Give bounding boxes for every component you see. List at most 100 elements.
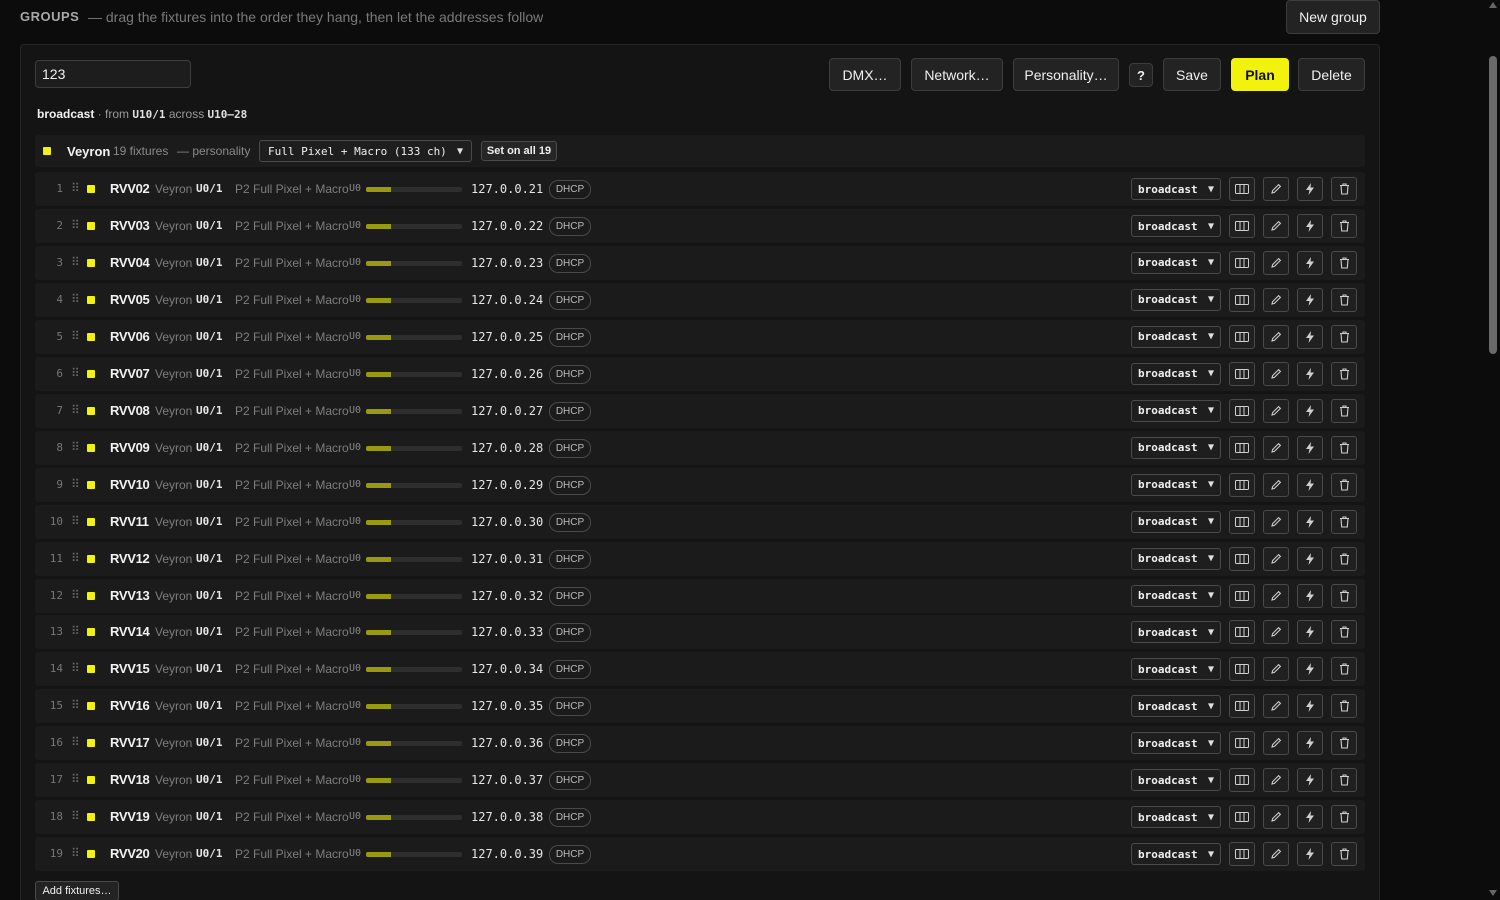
columns-button[interactable] — [1229, 657, 1255, 682]
group-name-input[interactable] — [35, 60, 191, 88]
output-mode-select[interactable]: broadcast ▼ — [1131, 251, 1221, 274]
columns-button[interactable] — [1229, 214, 1255, 238]
edit-button[interactable] — [1263, 583, 1289, 608]
output-mode-select[interactable]: broadcast ▼ — [1131, 732, 1221, 755]
remove-button[interactable] — [1331, 324, 1357, 349]
fixture-row[interactable]: 3 ⠿ RVV04 Veyron U0/1 P2 Full Pixel + Ma… — [35, 245, 1365, 280]
columns-button[interactable] — [1229, 324, 1255, 349]
columns-button[interactable] — [1229, 620, 1255, 645]
add-fixtures-button[interactable]: Add fixtures… — [35, 881, 119, 900]
columns-button[interactable] — [1229, 768, 1255, 793]
remove-button[interactable] — [1331, 620, 1357, 645]
columns-button[interactable] — [1229, 583, 1255, 608]
page-scrollbar[interactable] — [1486, 0, 1500, 900]
identify-button[interactable] — [1297, 842, 1323, 867]
remove-button[interactable] — [1331, 361, 1357, 386]
output-mode-select[interactable]: broadcast ▼ — [1131, 843, 1221, 866]
edit-button[interactable] — [1263, 287, 1289, 312]
fixture-row[interactable]: 12 ⠿ RVV13 Veyron U0/1 P2 Full Pixel + M… — [35, 578, 1365, 613]
fixture-row[interactable]: 15 ⠿ RVV16 Veyron U0/1 P2 Full Pixel + M… — [35, 689, 1365, 724]
output-mode-select[interactable]: broadcast ▼ — [1131, 695, 1221, 718]
drag-handle-icon[interactable]: ⠿ — [71, 403, 80, 417]
fixture-row[interactable]: 10 ⠿ RVV11 Veyron U0/1 P2 Full Pixel + M… — [35, 504, 1365, 539]
identify-button[interactable] — [1297, 214, 1323, 238]
drag-handle-icon[interactable]: ⠿ — [71, 181, 80, 195]
remove-button[interactable] — [1331, 509, 1357, 534]
edit-button[interactable] — [1263, 842, 1289, 867]
drag-handle-icon[interactable]: ⠿ — [71, 514, 80, 528]
fixture-row[interactable]: 1 ⠿ RVV02 Veyron U0/1 P2 Full Pixel + Ma… — [35, 172, 1365, 206]
columns-button[interactable] — [1229, 177, 1255, 201]
identify-button[interactable] — [1297, 768, 1323, 793]
output-mode-select[interactable]: broadcast ▼ — [1131, 436, 1221, 459]
output-mode-select[interactable]: broadcast ▼ — [1131, 658, 1221, 681]
drag-handle-icon[interactable]: ⠿ — [71, 698, 80, 712]
remove-button[interactable] — [1331, 214, 1357, 238]
output-mode-select[interactable]: broadcast ▼ — [1131, 547, 1221, 570]
dmx-button[interactable]: DMX… — [829, 58, 901, 91]
save-button[interactable]: Save — [1163, 58, 1221, 91]
identify-button[interactable] — [1297, 694, 1323, 719]
identify-button[interactable] — [1297, 805, 1323, 830]
personality-button[interactable]: Personality… — [1013, 58, 1119, 91]
fixture-row[interactable]: 8 ⠿ RVV09 Veyron U0/1 P2 Full Pixel + Ma… — [35, 430, 1365, 465]
drag-handle-icon[interactable]: ⠿ — [71, 551, 80, 565]
columns-button[interactable] — [1229, 842, 1255, 867]
fixture-row[interactable]: 13 ⠿ RVV14 Veyron U0/1 P2 Full Pixel + M… — [35, 615, 1365, 650]
edit-button[interactable] — [1263, 214, 1289, 238]
edit-button[interactable] — [1263, 472, 1289, 497]
fixture-row[interactable]: 11 ⠿ RVV12 Veyron U0/1 P2 Full Pixel + M… — [35, 541, 1365, 576]
drag-handle-icon[interactable]: ⠿ — [71, 624, 80, 638]
columns-button[interactable] — [1229, 250, 1255, 275]
network-button[interactable]: Network… — [911, 58, 1003, 91]
output-mode-select[interactable]: broadcast ▼ — [1131, 806, 1221, 829]
edit-button[interactable] — [1263, 509, 1289, 534]
fixture-row[interactable]: 6 ⠿ RVV07 Veyron U0/1 P2 Full Pixel + Ma… — [35, 356, 1365, 391]
identify-button[interactable] — [1297, 472, 1323, 497]
edit-button[interactable] — [1263, 398, 1289, 423]
columns-button[interactable] — [1229, 398, 1255, 423]
edit-button[interactable] — [1263, 768, 1289, 793]
identify-button[interactable] — [1297, 509, 1323, 534]
identify-button[interactable] — [1297, 287, 1323, 312]
output-mode-select[interactable]: broadcast ▼ — [1131, 399, 1221, 422]
drag-handle-icon[interactable]: ⠿ — [71, 661, 80, 675]
output-mode-select[interactable]: broadcast ▼ — [1131, 510, 1221, 533]
edit-button[interactable] — [1263, 731, 1289, 756]
columns-button[interactable] — [1229, 472, 1255, 497]
fixture-row[interactable]: 5 ⠿ RVV06 Veyron U0/1 P2 Full Pixel + Ma… — [35, 319, 1365, 354]
output-mode-select[interactable]: broadcast ▼ — [1131, 362, 1221, 385]
output-mode-select[interactable]: broadcast ▼ — [1131, 769, 1221, 792]
identify-button[interactable] — [1297, 177, 1323, 201]
columns-button[interactable] — [1229, 805, 1255, 830]
drag-handle-icon[interactable]: ⠿ — [71, 366, 80, 380]
personality-select[interactable]: Full Pixel + Macro (133 ch) ▼ — [259, 140, 472, 162]
fixture-row[interactable]: 9 ⠿ RVV10 Veyron U0/1 P2 Full Pixel + Ma… — [35, 467, 1365, 502]
identify-button[interactable] — [1297, 324, 1323, 349]
drag-handle-icon[interactable]: ⠿ — [71, 292, 80, 306]
output-mode-select[interactable]: broadcast ▼ — [1131, 325, 1221, 348]
edit-button[interactable] — [1263, 361, 1289, 386]
fixture-row[interactable]: 19 ⠿ RVV20 Veyron U0/1 P2 Full Pixel + M… — [35, 837, 1365, 872]
remove-button[interactable] — [1331, 583, 1357, 608]
scroll-down-arrow-icon[interactable] — [1489, 890, 1497, 896]
help-button[interactable]: ? — [1129, 63, 1153, 87]
identify-button[interactable] — [1297, 361, 1323, 386]
drag-handle-icon[interactable]: ⠿ — [71, 477, 80, 491]
remove-button[interactable] — [1331, 287, 1357, 312]
remove-button[interactable] — [1331, 250, 1357, 275]
scroll-thumb[interactable] — [1489, 56, 1497, 354]
columns-button[interactable] — [1229, 435, 1255, 460]
drag-handle-icon[interactable]: ⠿ — [71, 809, 80, 823]
fixture-row[interactable]: 18 ⠿ RVV19 Veyron U0/1 P2 Full Pixel + M… — [35, 800, 1365, 835]
columns-button[interactable] — [1229, 287, 1255, 312]
identify-button[interactable] — [1297, 657, 1323, 682]
remove-button[interactable] — [1331, 805, 1357, 830]
remove-button[interactable] — [1331, 435, 1357, 460]
identify-button[interactable] — [1297, 583, 1323, 608]
identify-button[interactable] — [1297, 398, 1323, 423]
remove-button[interactable] — [1331, 398, 1357, 423]
fixture-row[interactable]: 7 ⠿ RVV08 Veyron U0/1 P2 Full Pixel + Ma… — [35, 393, 1365, 428]
fixture-row[interactable]: 14 ⠿ RVV15 Veyron U0/1 P2 Full Pixel + M… — [35, 652, 1365, 687]
remove-button[interactable] — [1331, 768, 1357, 793]
